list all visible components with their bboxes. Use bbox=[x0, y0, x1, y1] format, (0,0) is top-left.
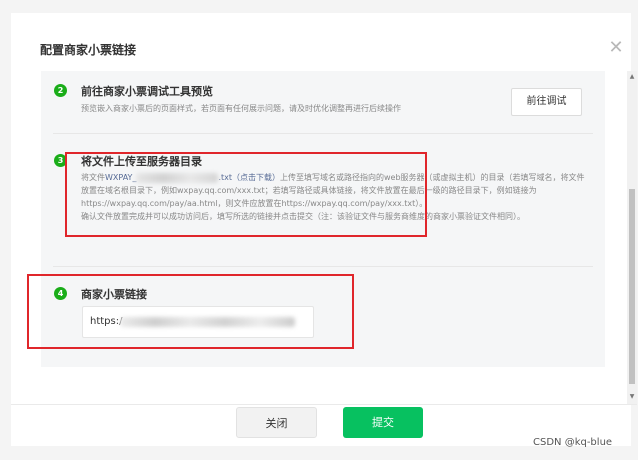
scroll-down-icon[interactable]: ▼ bbox=[628, 393, 636, 401]
watermark: CSDN @kq-blue bbox=[533, 437, 613, 448]
go-debug-button[interactable]: 前往调试 bbox=[511, 88, 582, 116]
divider bbox=[53, 266, 593, 267]
step-2-title: 前往商家小票调试工具预览 bbox=[81, 85, 213, 98]
step-2-description: 预览嵌入商家小票后的页面样式，若页面有任何展示问题，请及时优化调整再进行后续操作 bbox=[81, 104, 401, 113]
footer-divider bbox=[11, 404, 637, 405]
close-icon[interactable]: ✕ bbox=[607, 39, 625, 57]
dialog-title: 配置商家小票链接 bbox=[40, 43, 137, 57]
scrollbar[interactable]: ▲ ▼ bbox=[627, 71, 637, 404]
scroll-up-icon[interactable]: ▲ bbox=[628, 73, 636, 81]
submit-button[interactable]: 提交 bbox=[343, 407, 423, 438]
step-2-badge: 2 bbox=[54, 84, 67, 97]
highlight-box-step4 bbox=[27, 274, 354, 349]
close-button[interactable]: 关闭 bbox=[236, 407, 317, 438]
highlight-box-step3 bbox=[65, 152, 427, 237]
dialog-content: 2 前往商家小票调试工具预览 预览嵌入商家小票后的页面样式，若页面有任何展示问题… bbox=[11, 71, 637, 404]
divider bbox=[53, 133, 593, 134]
scrollbar-thumb[interactable] bbox=[629, 189, 635, 384]
